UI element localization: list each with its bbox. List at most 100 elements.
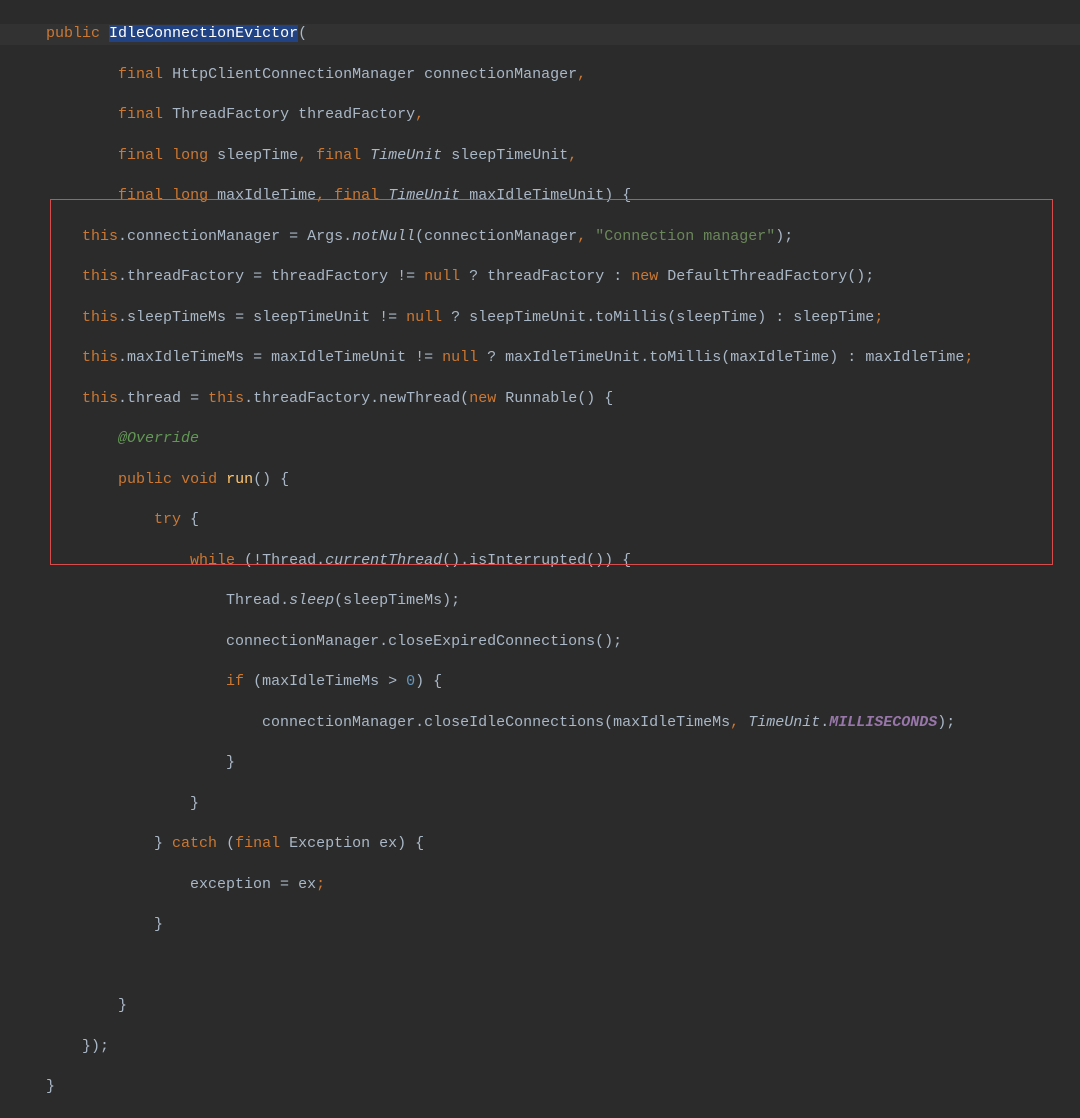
paren: ( — [667, 309, 676, 326]
ternary-q: ? — [478, 349, 505, 366]
method-call: toMillis — [595, 309, 667, 326]
code-line: @Override — [0, 429, 1080, 449]
static-method: notNull — [352, 228, 415, 245]
dot: . — [118, 390, 127, 407]
neq: != — [388, 268, 424, 285]
param: maxIdleTime — [217, 187, 316, 204]
keyword-final: final — [118, 106, 163, 123]
annotation-override: @Override — [118, 430, 199, 447]
param: maxIdleTimeUnit — [469, 187, 604, 204]
field: threadFactory — [127, 268, 244, 285]
end: () { — [577, 390, 613, 407]
dot: . — [118, 228, 127, 245]
keyword-long: long — [172, 187, 208, 204]
paren: ( — [604, 714, 613, 731]
type: TimeUnit — [388, 187, 460, 204]
code-line: this.maxIdleTimeMs = maxIdleTimeUnit != … — [0, 348, 1080, 368]
equals: = — [181, 390, 208, 407]
method-call: newThread — [379, 390, 460, 407]
paren: ( — [721, 349, 730, 366]
field: threadFactory — [253, 390, 370, 407]
end: ()) { — [586, 552, 631, 569]
gt: > — [379, 673, 406, 690]
static-method: sleep — [289, 592, 334, 609]
keyword-final: final — [316, 147, 361, 164]
comma: , — [316, 187, 325, 204]
dot: . — [118, 268, 127, 285]
dot: . — [343, 228, 352, 245]
dot: . — [640, 349, 649, 366]
method-call: toMillis — [649, 349, 721, 366]
end: (); — [847, 268, 874, 285]
field: sleepTimeMs — [127, 309, 226, 326]
code-line: this. sleepTimeMs = sleepTimeUnit != null… — [0, 308, 1080, 328]
arg: maxIdleTime — [730, 349, 829, 366]
keyword-this: this — [82, 309, 118, 326]
code-line: if (maxIdleTimeMs > 0) { — [0, 672, 1080, 692]
comma: , — [577, 66, 586, 83]
field: maxIdleTimeMs — [127, 349, 244, 366]
var: sleepTimeUnit — [253, 309, 370, 326]
dot: . — [586, 309, 595, 326]
arg: sleepTimeMs — [343, 592, 442, 609]
keyword-new: new — [469, 390, 496, 407]
end: (); — [595, 633, 622, 650]
var: sleepTime — [793, 309, 874, 326]
code-line: } — [0, 1077, 1080, 1097]
code-line: } — [0, 915, 1080, 935]
equals: = — [226, 309, 253, 326]
keyword-null: null — [406, 309, 442, 326]
code-line: public IdleConnectionEvictor( — [0, 24, 1080, 44]
code-line: this.threadFactory = threadFactory != nu… — [0, 267, 1080, 287]
paren: ) — [757, 309, 766, 326]
ternary-q: ? — [442, 309, 469, 326]
string-literal: "Connection manager" — [595, 228, 775, 245]
class-ref: Thread — [226, 592, 280, 609]
paren: (! — [235, 552, 262, 569]
method-call: closeExpiredConnections — [388, 633, 595, 650]
close: ); — [775, 228, 793, 245]
param: threadFactory — [298, 106, 415, 123]
code-line: this.thread = this.threadFactory.newThre… — [0, 389, 1080, 409]
code-line: final long maxIdleTime, final TimeUnit m… — [0, 186, 1080, 206]
code-line: final ThreadFactory threadFactory, — [0, 105, 1080, 125]
code-line: } — [0, 753, 1080, 773]
semi: ; — [874, 309, 883, 326]
type: Runnable — [496, 390, 577, 407]
comma: , — [730, 714, 748, 731]
code-line — [0, 956, 1080, 976]
code-line: public void run() { — [0, 470, 1080, 490]
code-line: try { — [0, 510, 1080, 530]
type: Exception — [280, 835, 370, 852]
param: connectionManager — [424, 66, 577, 83]
brace: } — [118, 997, 127, 1014]
paren: ( — [415, 228, 424, 245]
arg: sleepTime — [676, 309, 757, 326]
equals: = — [244, 349, 271, 366]
neq: != — [370, 309, 406, 326]
var: maxIdleTimeUnit — [505, 349, 640, 366]
paren: ) — [829, 349, 838, 366]
keyword-while: while — [190, 552, 235, 569]
ternary-colon: : — [766, 309, 793, 326]
class-ref: Thread — [262, 552, 316, 569]
keyword-final: final — [118, 66, 163, 83]
end: () { — [253, 471, 289, 488]
comma: , — [577, 228, 595, 245]
type: ThreadFactory — [172, 106, 289, 123]
semi: ; — [964, 349, 973, 366]
dot: . — [820, 714, 829, 731]
code-editor[interactable]: public IdleConnectionEvictor( final Http… — [0, 0, 1080, 1118]
var: ex — [298, 876, 316, 893]
constructor: DefaultThreadFactory — [658, 268, 847, 285]
brace: } — [190, 795, 199, 812]
arg: maxIdleTimeMs — [613, 714, 730, 731]
ternary-q: ? — [460, 268, 487, 285]
brace: } — [46, 1078, 55, 1095]
paren: ( — [217, 835, 235, 852]
semi: ; — [316, 876, 325, 893]
equals: = — [244, 268, 271, 285]
type: HttpClientConnectionManager — [172, 66, 415, 83]
method-call: closeIdleConnections — [424, 714, 604, 731]
param: sleepTimeUnit — [451, 147, 568, 164]
